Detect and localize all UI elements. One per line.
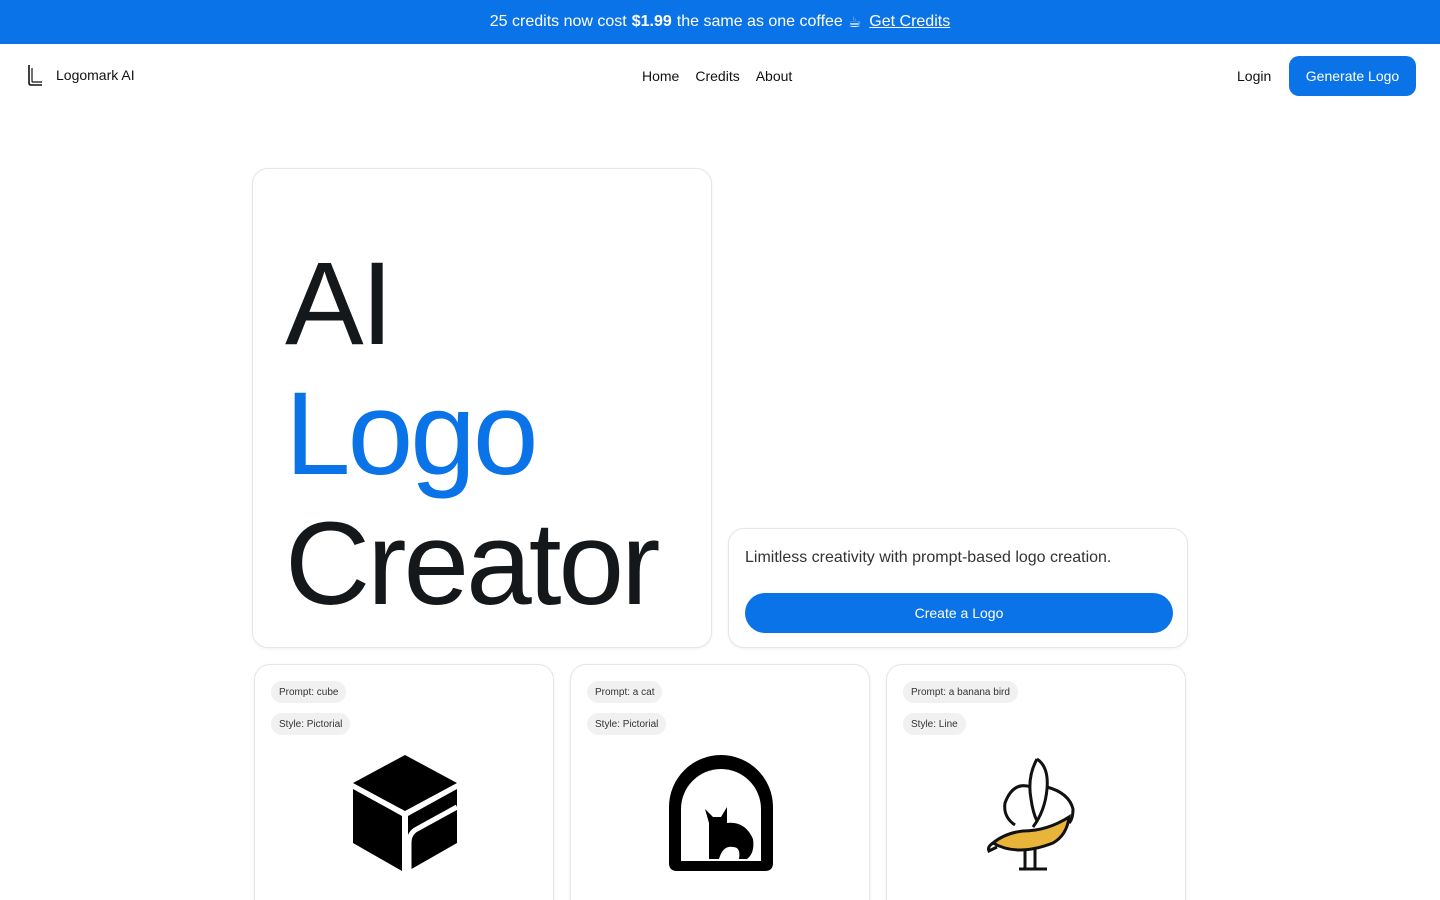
hero-card: AI Logo Creator xyxy=(252,168,712,648)
cta-card: Limitless creativity with prompt-based l… xyxy=(728,528,1188,648)
top-navbar: Logomark AI Home Credits About Login Gen… xyxy=(0,44,1440,110)
style-tag: Style: Pictorial xyxy=(271,713,351,735)
banner-text: 25 credits now cost xyxy=(489,13,627,30)
coffee-icon: ☕ xyxy=(847,14,862,31)
cube-logo-icon xyxy=(353,755,459,871)
hero-title-line-2: Logo xyxy=(285,368,539,500)
example-card[interactable]: Prompt: a cat Style: Pictorial xyxy=(570,664,870,900)
prompt-tag: Prompt: cube xyxy=(271,681,347,703)
create-logo-button[interactable]: Create a Logo xyxy=(745,593,1173,633)
style-tag: Style: Pictorial xyxy=(587,713,667,735)
hero-title-line-1: AI xyxy=(285,238,393,370)
get-credits-link[interactable]: Get Credits xyxy=(869,13,950,31)
nav-about-link[interactable]: About xyxy=(756,68,793,84)
promo-banner: 25 credits now cost $1.99 the same as on… xyxy=(0,0,1440,44)
banana-bird-logo-icon xyxy=(987,757,1075,871)
login-link[interactable]: Login xyxy=(1237,68,1271,84)
logomark-icon xyxy=(28,65,42,86)
brand-name: Logomark AI xyxy=(56,67,135,83)
style-tag: Style: Line xyxy=(903,713,966,735)
example-card[interactable]: Prompt: cube Style: Pictorial xyxy=(254,664,554,900)
example-card[interactable]: Prompt: a banana bird Style: Line xyxy=(886,664,1186,900)
nav-credits-link[interactable]: Credits xyxy=(695,68,739,84)
nav-links: Home Credits About xyxy=(642,68,792,84)
generate-logo-button[interactable]: Generate Logo xyxy=(1289,56,1416,96)
banner-text-after: the same as one coffee xyxy=(676,13,843,30)
prompt-tag: Prompt: a cat xyxy=(587,681,663,703)
brand[interactable]: Logomark AI xyxy=(26,64,135,86)
cta-description: Limitless creativity with prompt-based l… xyxy=(745,549,1112,566)
cat-arch-logo-icon xyxy=(669,755,773,871)
hero-title-line-3: Creator xyxy=(285,498,660,630)
banner-price: $1.99 xyxy=(631,13,672,30)
nav-home-link[interactable]: Home xyxy=(642,68,679,84)
prompt-tag: Prompt: a banana bird xyxy=(903,681,1018,703)
